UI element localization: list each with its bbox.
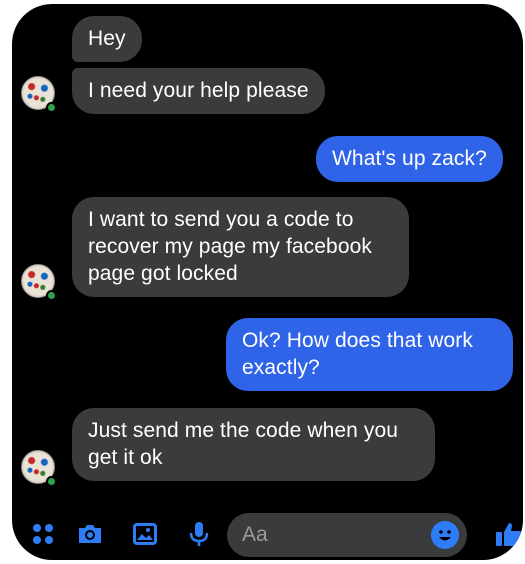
message-outgoing[interactable]: Ok? How does that work exactly? <box>226 318 513 391</box>
gallery-icon[interactable] <box>130 519 160 549</box>
message-text: What's up zack? <box>332 147 487 170</box>
online-status-indicator <box>46 102 57 113</box>
message-incoming[interactable]: I need your help please <box>72 68 325 114</box>
thumbs-up-icon[interactable] <box>493 519 523 549</box>
emoji-icon[interactable] <box>431 521 459 549</box>
apps-icon[interactable] <box>28 519 58 549</box>
chat-screen: Hey I need your help please What's up za… <box>12 4 523 560</box>
message-text: Ok? How does that work exactly? <box>242 329 473 379</box>
microphone-icon[interactable] <box>184 519 214 549</box>
online-status-indicator <box>46 290 57 301</box>
online-status-indicator <box>46 476 57 487</box>
message-text: Hey <box>88 27 126 50</box>
composer-bar: Aa <box>12 509 523 560</box>
message-incoming[interactable]: I want to send you a code to recover my … <box>72 197 409 297</box>
message-incoming[interactable]: Hey <box>72 16 142 62</box>
message-outgoing[interactable]: What's up zack? <box>316 136 503 182</box>
message-input[interactable]: Aa <box>227 513 467 557</box>
message-text: Just send me the code when you get it ok <box>88 419 399 469</box>
message-incoming[interactable]: Just send me the code when you get it ok <box>72 408 435 481</box>
message-input-placeholder: Aa <box>242 523 268 546</box>
camera-icon[interactable] <box>75 519 105 549</box>
message-text: I want to send you a code to recover my … <box>88 208 372 285</box>
message-text: I need your help please <box>88 79 309 102</box>
